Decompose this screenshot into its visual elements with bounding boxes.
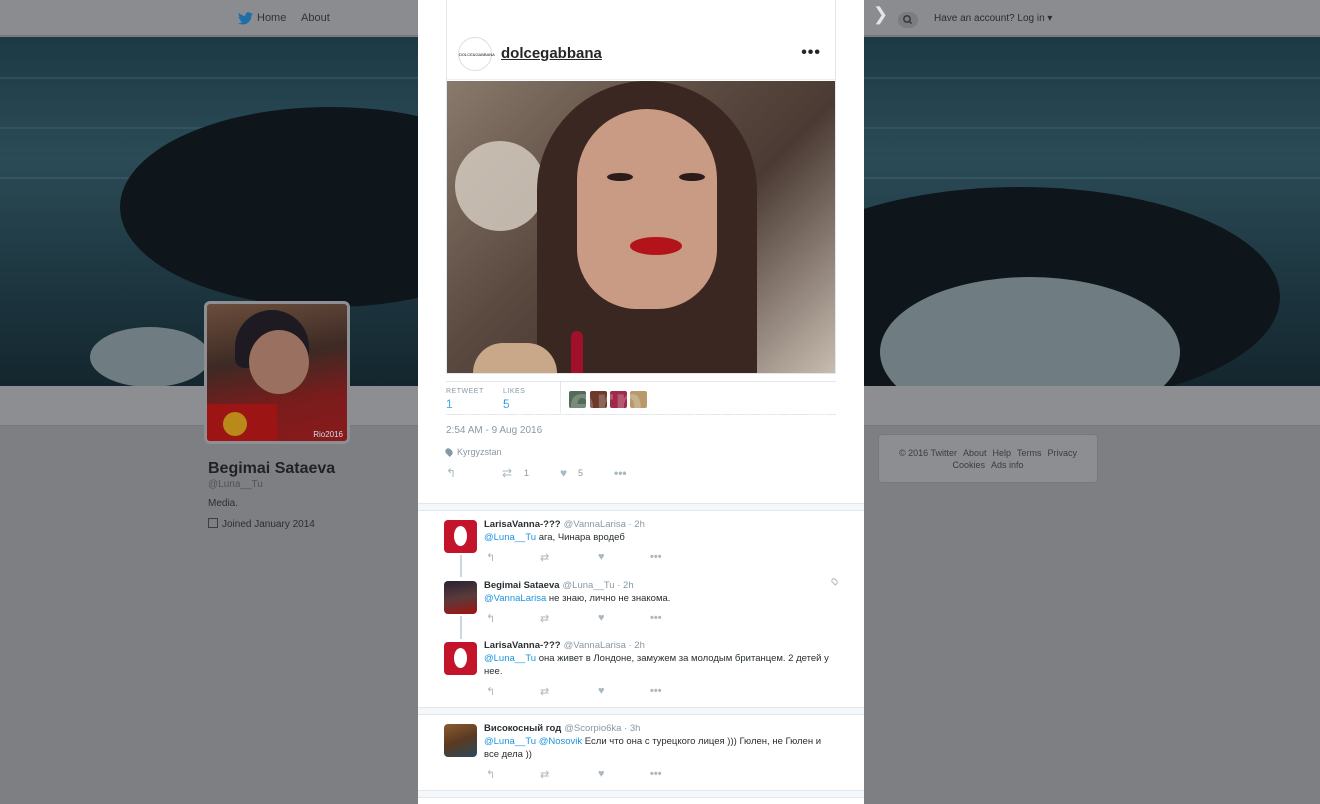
reply-icon[interactable]: ↰ bbox=[486, 612, 495, 625]
retweet-icon[interactable]: ⇄ bbox=[540, 685, 549, 698]
reply-text: @Luna__Tu она живет в Лондоне, замужем з… bbox=[484, 653, 829, 677]
reply-text: @VannaLarisa не знаю, лично не знакома. bbox=[484, 593, 671, 604]
mention-link[interactable]: @Luna__Tu bbox=[484, 532, 536, 543]
more-icon[interactable]: ••• bbox=[650, 685, 662, 697]
reply-author-name[interactable]: Високосный год bbox=[484, 723, 561, 734]
instagram-photo[interactable] bbox=[447, 81, 835, 373]
section-divider bbox=[418, 707, 864, 715]
reply-author-name[interactable]: LarisaVanna-??? bbox=[484, 519, 561, 530]
joined-date: Joined January 2014 bbox=[222, 519, 315, 530]
reply-text: @Luna__Tu @Nosovik Если что она с турецк… bbox=[484, 736, 822, 760]
reply-author: Begimai Sataeva @Luna__Tu · 2h bbox=[484, 580, 634, 591]
about-link[interactable]: About bbox=[301, 12, 330, 24]
retweet-icon[interactable]: ⇄ bbox=[540, 551, 549, 564]
reply-author-handle[interactable]: @VannaLarisa · 2h bbox=[564, 519, 645, 530]
avatar[interactable] bbox=[444, 642, 477, 675]
location-label: Kyrgyzstan bbox=[457, 447, 502, 457]
next-tweet-arrow-icon[interactable]: ❯ bbox=[873, 4, 888, 25]
geo-pin-icon bbox=[830, 577, 839, 586]
reply-actions: ↰ ⇄ ♥ ••• bbox=[484, 685, 684, 698]
section-divider bbox=[418, 503, 864, 511]
more-icon[interactable]: ••• bbox=[650, 551, 662, 563]
avatar[interactable] bbox=[444, 520, 477, 553]
twitter-bird-icon[interactable] bbox=[238, 12, 253, 25]
heart-icon[interactable]: ♥ bbox=[598, 768, 605, 780]
instagram-more-icon[interactable]: ••• bbox=[801, 44, 821, 62]
footer-links: © 2016 Twitter About Help Terms Privacy Cook… bbox=[878, 434, 1098, 483]
profile-bio: Media. bbox=[208, 498, 239, 509]
location-pin-icon bbox=[444, 447, 454, 457]
reply-author: Високосный год @Scorpio6ka · 3h bbox=[484, 723, 640, 734]
reply-author-handle[interactable]: @VannaLarisa · 2h bbox=[564, 640, 645, 651]
home-link[interactable]: Home bbox=[257, 12, 286, 24]
instagram-account-logo[interactable]: DOLCE&GABBANA bbox=[458, 37, 495, 71]
reply-actions: ↰ ⇄ ♥ ••• bbox=[484, 612, 684, 625]
profile-joined: Joined January 2014 bbox=[208, 518, 315, 530]
reply-icon[interactable]: ↰ bbox=[486, 768, 495, 781]
calendar-icon bbox=[208, 518, 218, 528]
tweet-location[interactable]: Kyrgyzstan bbox=[444, 447, 502, 457]
reply-actions: ↰ ⇄ ♥ ••• bbox=[484, 551, 684, 564]
footer-about-link[interactable]: About bbox=[963, 448, 987, 458]
login-link[interactable]: Have an account? Log in ▾ bbox=[934, 13, 1052, 24]
reply-icon[interactable]: ↰ bbox=[486, 685, 495, 698]
retweet-icon[interactable]: ⇄ bbox=[540, 612, 549, 625]
retweet-count: 1 bbox=[524, 468, 530, 478]
reply-author-name[interactable]: Begimai Sataeva bbox=[484, 580, 560, 591]
reply-author-name[interactable]: LarisaVanna-??? bbox=[484, 640, 561, 651]
more-icon[interactable]: ••• bbox=[614, 466, 627, 480]
rio-2016-badge: Rio2016 bbox=[313, 430, 343, 439]
reply-author: LarisaVanna-??? @VannaLarisa · 2h bbox=[484, 519, 645, 530]
tweet-actions: ↰ ⇄ 1 ♥ 5 ••• bbox=[446, 466, 746, 482]
heart-icon[interactable]: ♥ bbox=[560, 466, 567, 480]
section-divider bbox=[418, 790, 864, 798]
heart-icon[interactable]: ♥ bbox=[598, 612, 605, 624]
footer-cookies-link[interactable]: Cookies bbox=[952, 460, 985, 470]
watermark: www.kerpress.org bbox=[420, 377, 834, 429]
avatar[interactable] bbox=[444, 581, 477, 614]
reply-author-handle[interactable]: @Scorpio6ka · 3h bbox=[564, 723, 640, 734]
profile-name[interactable]: Begimai Sataeva bbox=[208, 460, 335, 478]
profile-avatar[interactable]: Rio2016 bbox=[204, 301, 350, 444]
like-count: 5 bbox=[578, 468, 584, 478]
reply-icon[interactable]: ↰ bbox=[486, 551, 495, 564]
reply-text: @Luna__Tu ага, Чинара вродеб bbox=[484, 532, 625, 543]
avatar[interactable] bbox=[444, 724, 477, 757]
mention-link[interactable]: @Luna__Tu bbox=[484, 653, 536, 664]
more-icon[interactable]: ••• bbox=[650, 612, 662, 624]
footer-privacy-link[interactable]: Privacy bbox=[1048, 448, 1078, 458]
search-button[interactable] bbox=[898, 12, 918, 28]
footer-copyright: © 2016 Twitter bbox=[898, 448, 957, 458]
reply-actions: ↰ ⇄ ♥ ••• bbox=[484, 768, 684, 781]
reply-icon[interactable]: ↰ bbox=[446, 466, 456, 480]
retweet-icon[interactable]: ⇄ bbox=[540, 768, 549, 781]
more-icon[interactable]: ••• bbox=[650, 768, 662, 780]
reply-author: LarisaVanna-??? @VannaLarisa · 2h bbox=[484, 640, 645, 651]
mention-link[interactable]: @VannaLarisa bbox=[484, 593, 546, 604]
reply-author-handle[interactable]: @Luna__Tu · 2h bbox=[563, 580, 634, 591]
profile-handle[interactable]: @Luna__Tu bbox=[208, 479, 263, 490]
retweet-icon[interactable]: ⇄ bbox=[502, 466, 512, 480]
heart-icon[interactable]: ♥ bbox=[598, 685, 605, 697]
footer-help-link[interactable]: Help bbox=[993, 448, 1012, 458]
footer-terms-link[interactable]: Terms bbox=[1017, 448, 1042, 458]
instagram-header: DOLCE&GABBANA dolcegabbana ••• bbox=[447, 0, 835, 80]
mention-link[interactable]: @Luna__Tu @Nosovik bbox=[484, 736, 582, 747]
search-icon bbox=[903, 15, 913, 25]
footer-ads-info-link[interactable]: Ads info bbox=[991, 460, 1024, 470]
instagram-embed[interactable]: DOLCE&GABBANA dolcegabbana ••• bbox=[446, 0, 836, 374]
heart-icon[interactable]: ♥ bbox=[598, 551, 605, 563]
instagram-username[interactable]: dolcegabbana bbox=[501, 45, 602, 62]
